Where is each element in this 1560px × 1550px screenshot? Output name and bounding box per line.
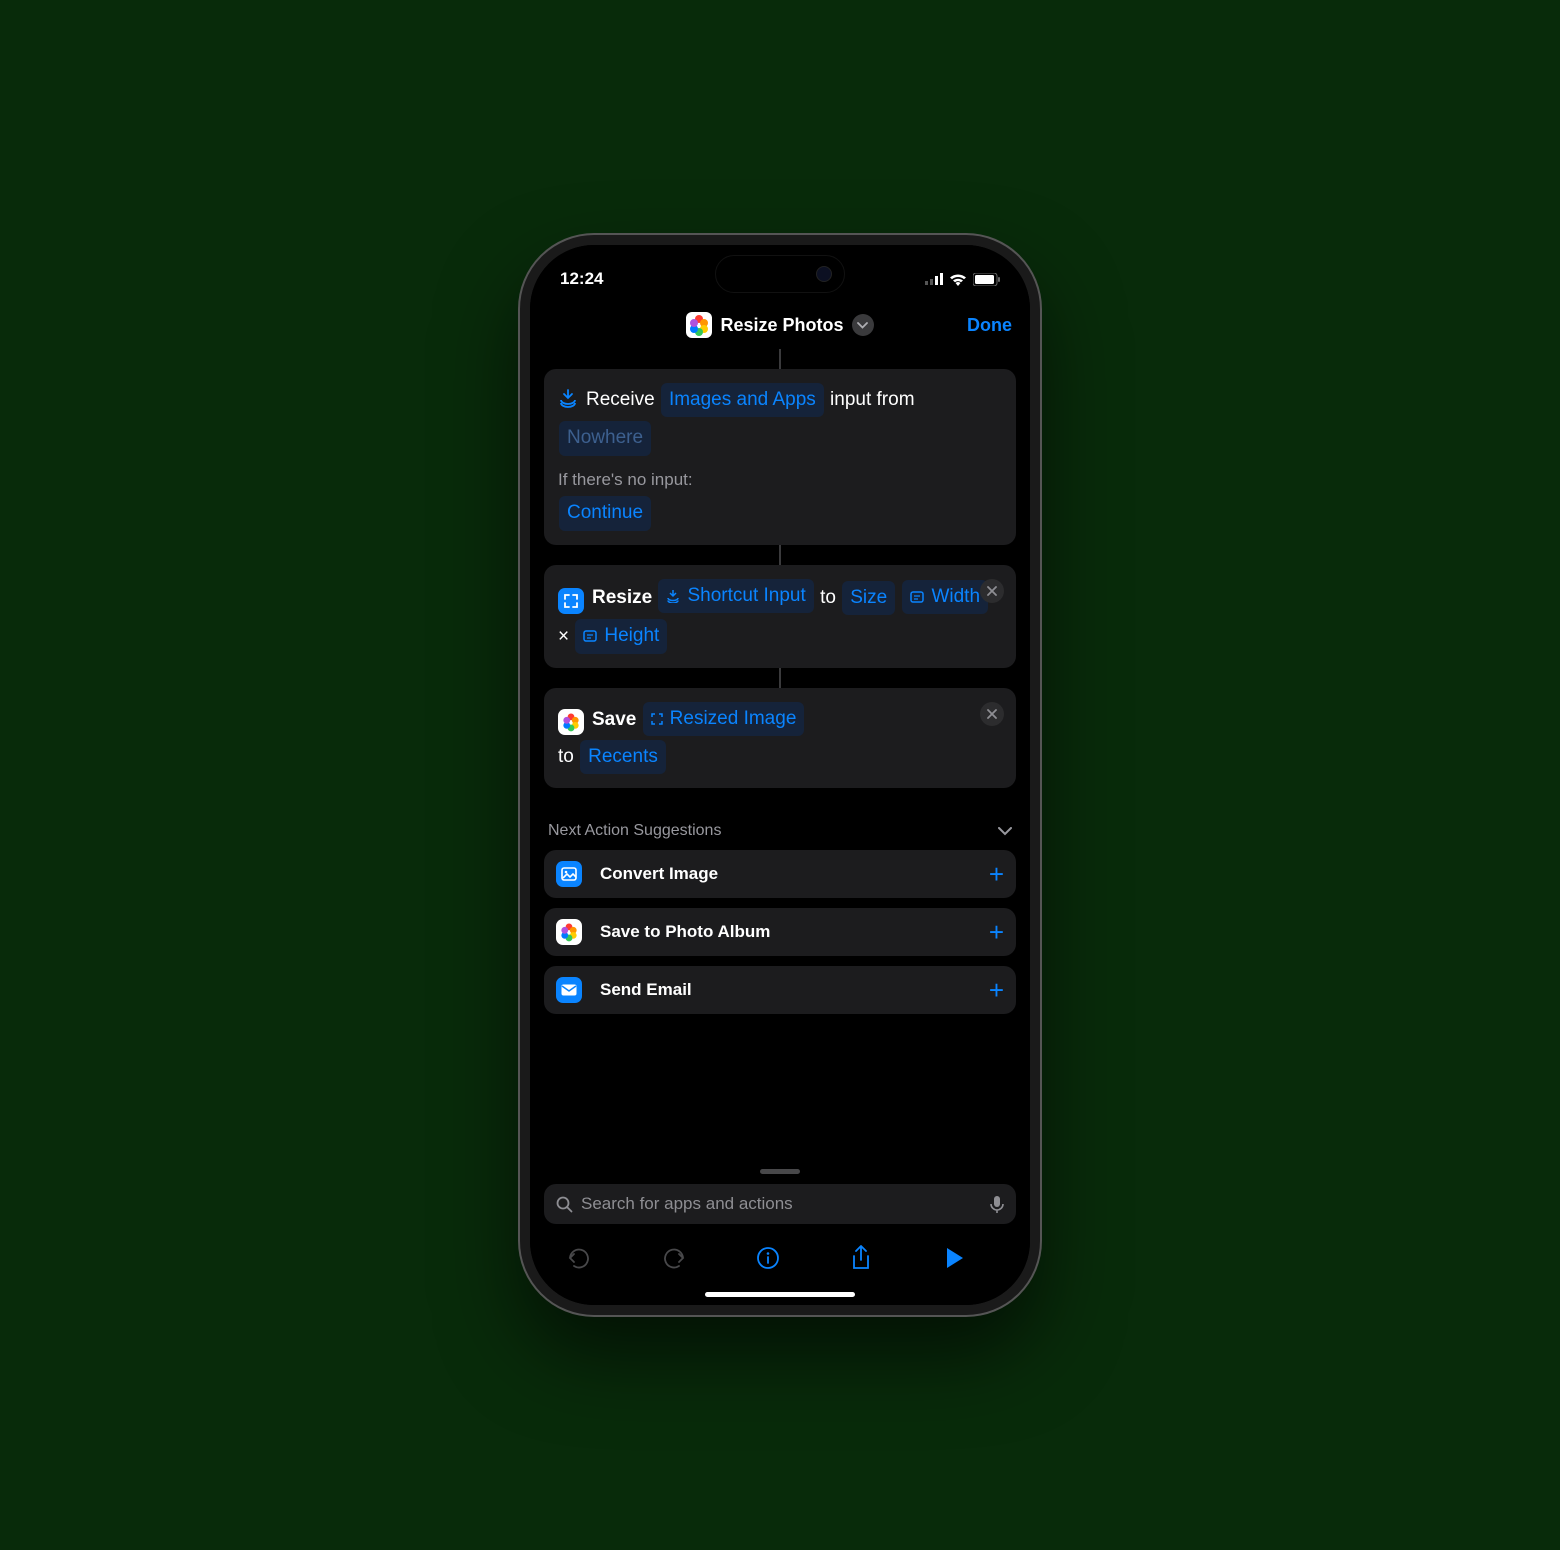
- play-button[interactable]: [945, 1247, 993, 1269]
- sheet-grabber[interactable]: [760, 1169, 800, 1174]
- mail-icon: [556, 977, 582, 1003]
- to-label: to: [820, 587, 836, 608]
- image-icon: [556, 861, 582, 887]
- home-indicator[interactable]: [705, 1292, 855, 1297]
- workflow-canvas[interactable]: Receive Images and Apps input from Nowhe…: [530, 349, 1030, 1161]
- action-save-to-album[interactable]: Save Resized Image to Recents: [544, 688, 1016, 789]
- search-input[interactable]: Search for apps and actions: [544, 1184, 1016, 1224]
- add-icon[interactable]: +: [989, 975, 1004, 1006]
- to-label: to: [558, 746, 574, 767]
- connector: [779, 545, 781, 565]
- suggestion-send-email[interactable]: Send Email +: [544, 966, 1016, 1014]
- add-icon[interactable]: +: [989, 859, 1004, 890]
- save-label: Save: [592, 709, 636, 730]
- resized-image-token[interactable]: Resized Image: [643, 702, 805, 736]
- height-token[interactable]: Height: [575, 619, 667, 653]
- width-token[interactable]: Width: [902, 580, 988, 614]
- phone-frame: 12:24: [520, 235, 1040, 1315]
- chevron-down-icon: [998, 827, 1012, 836]
- suggestion-label: Save to Photo Album: [600, 922, 989, 942]
- info-button[interactable]: [756, 1246, 804, 1270]
- wifi-icon: [949, 273, 967, 286]
- remove-action-button[interactable]: [980, 702, 1004, 726]
- title-button[interactable]: Resize Photos: [686, 312, 873, 338]
- receive-icon: [558, 388, 578, 408]
- status-time: 12:24: [560, 269, 603, 289]
- suggestions-title: Next Action Suggestions: [548, 822, 721, 840]
- suggestion-save-to-album[interactable]: Save to Photo Album +: [544, 908, 1016, 956]
- cellular-icon: [925, 273, 943, 285]
- resize-icon: [558, 588, 584, 614]
- no-input-label: If there's no input:: [558, 458, 1002, 495]
- done-button[interactable]: Done: [967, 315, 1012, 336]
- photos-app-icon: [556, 919, 582, 945]
- suggestion-label: Convert Image: [600, 864, 989, 884]
- shortcut-input-token[interactable]: Shortcut Input: [658, 579, 813, 613]
- receive-label: Receive: [586, 389, 655, 410]
- album-token[interactable]: Recents: [580, 740, 666, 774]
- size-token[interactable]: Size: [842, 581, 895, 615]
- action-resize-image[interactable]: Resize Shortcut Input to Size Width × He…: [544, 565, 1016, 668]
- shortcut-title: Resize Photos: [720, 315, 843, 336]
- input-source-token[interactable]: Nowhere: [559, 421, 651, 455]
- connector: [779, 349, 781, 369]
- suggestion-label: Send Email: [600, 980, 989, 1000]
- action-receive-input[interactable]: Receive Images and Apps input from Nowhe…: [544, 369, 1016, 545]
- toolbar: [544, 1230, 1016, 1286]
- mic-icon[interactable]: [990, 1195, 1004, 1214]
- dimension-separator: ×: [558, 626, 569, 647]
- remove-action-button[interactable]: [980, 579, 1004, 603]
- redo-button[interactable]: [662, 1246, 710, 1270]
- input-types-token[interactable]: Images and Apps: [661, 383, 824, 417]
- no-input-action-token[interactable]: Continue: [559, 496, 651, 530]
- undo-button[interactable]: [567, 1246, 615, 1270]
- search-placeholder: Search for apps and actions: [581, 1194, 982, 1214]
- connector: [779, 668, 781, 688]
- nav-bar: Resize Photos Done: [530, 301, 1030, 349]
- chevron-down-icon: [852, 314, 874, 336]
- resize-label: Resize: [592, 587, 652, 608]
- suggestions-header[interactable]: Next Action Suggestions: [548, 822, 1012, 840]
- photos-app-icon: [558, 709, 584, 735]
- search-icon: [556, 1196, 573, 1213]
- battery-icon: [973, 273, 1000, 286]
- dynamic-island: [715, 255, 845, 293]
- share-button[interactable]: [850, 1245, 898, 1271]
- screen: 12:24: [530, 245, 1030, 1305]
- photos-app-icon: [686, 312, 712, 338]
- suggestion-convert-image[interactable]: Convert Image +: [544, 850, 1016, 898]
- bottom-sheet: Search for apps and actions: [530, 1161, 1030, 1305]
- input-from-label: input from: [830, 389, 914, 410]
- add-icon[interactable]: +: [989, 917, 1004, 948]
